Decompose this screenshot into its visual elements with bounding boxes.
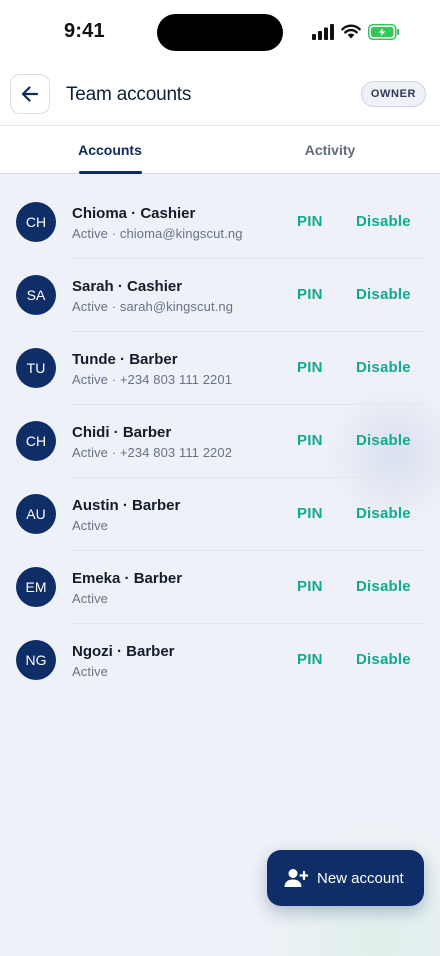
disable-button[interactable]: Disable bbox=[356, 578, 411, 595]
pin-button[interactable]: PIN bbox=[297, 505, 323, 522]
new-account-label: New account bbox=[317, 869, 404, 887]
pin-button[interactable]: PIN bbox=[297, 286, 323, 303]
account-status: Active · sarah@kingscut.ng bbox=[72, 299, 234, 314]
disable-button[interactable]: Disable bbox=[356, 359, 411, 376]
avatar: AU bbox=[16, 494, 56, 534]
disable-button[interactable]: Disable bbox=[356, 213, 411, 230]
account-status: Active · +234 803 111 2201 bbox=[72, 372, 233, 387]
account-status: Active · +234 803 111 2202 bbox=[72, 445, 233, 460]
role-badge: OWNER bbox=[361, 81, 426, 107]
account-name: Chioma · Cashier bbox=[72, 205, 196, 222]
disable-button[interactable]: Disable bbox=[356, 286, 411, 303]
avatar: TU bbox=[16, 348, 56, 388]
active-tab-indicator bbox=[79, 171, 142, 174]
pin-button[interactable]: PIN bbox=[297, 651, 323, 668]
arrow-left-icon bbox=[21, 86, 39, 102]
disable-button[interactable]: Disable bbox=[356, 651, 411, 668]
status-time: 9:41 bbox=[64, 20, 105, 42]
tab-accounts[interactable]: Accounts bbox=[0, 126, 220, 173]
tab-bar: Accounts Activity bbox=[0, 126, 440, 174]
account-row: NG Ngozi · Barber Active PIN Disable bbox=[0, 624, 440, 697]
page-title: Team accounts bbox=[66, 84, 192, 105]
account-row: EM Emeka · Barber Active PIN Disable bbox=[0, 551, 440, 624]
battery-charging-icon bbox=[368, 24, 400, 40]
account-name: Emeka · Barber bbox=[72, 570, 183, 587]
app-header: Team accounts OWNER bbox=[0, 62, 440, 126]
avatar: NG bbox=[16, 640, 56, 680]
account-row: AU Austin · Barber Active PIN Disable bbox=[0, 478, 440, 551]
avatar: CH bbox=[16, 421, 56, 461]
status-bar: 9:41 bbox=[0, 0, 440, 62]
account-status: Active bbox=[72, 518, 109, 533]
account-name: Tunde · Barber bbox=[72, 351, 178, 368]
pin-button[interactable]: PIN bbox=[297, 213, 323, 230]
account-row: CH Chioma · Cashier Active · chioma@king… bbox=[0, 186, 440, 259]
account-status: Active bbox=[72, 591, 109, 606]
disable-button[interactable]: Disable bbox=[356, 505, 411, 522]
account-row: CH Chidi · Barber Active · +234 803 111 … bbox=[0, 405, 440, 478]
account-status: Active bbox=[72, 664, 109, 679]
account-name: Sarah · Cashier bbox=[72, 278, 183, 295]
cellular-signal-icon bbox=[312, 24, 334, 40]
account-status: Active · chioma@kingscut.ng bbox=[72, 226, 243, 241]
avatar: SA bbox=[16, 275, 56, 315]
pin-button[interactable]: PIN bbox=[297, 578, 323, 595]
new-account-button[interactable]: New account bbox=[267, 850, 424, 906]
account-name: Ngozi · Barber bbox=[72, 643, 175, 660]
account-row: SA Sarah · Cashier Active · sarah@kingsc… bbox=[0, 259, 440, 332]
wifi-icon bbox=[341, 24, 361, 39]
avatar: EM bbox=[16, 567, 56, 607]
account-name: Austin · Barber bbox=[72, 497, 181, 514]
account-name: Chidi · Barber bbox=[72, 424, 172, 441]
avatar: CH bbox=[16, 202, 56, 242]
back-button[interactable] bbox=[10, 74, 50, 114]
dynamic-island bbox=[157, 14, 283, 51]
pin-button[interactable]: PIN bbox=[297, 359, 323, 376]
pin-button[interactable]: PIN bbox=[297, 432, 323, 449]
add-user-icon bbox=[284, 869, 308, 887]
account-row: TU Tunde · Barber Active · +234 803 111 … bbox=[0, 332, 440, 405]
disable-button[interactable]: Disable bbox=[356, 432, 411, 449]
account-list: CH Chioma · Cashier Active · chioma@king… bbox=[0, 186, 440, 697]
tab-activity[interactable]: Activity bbox=[220, 126, 440, 173]
